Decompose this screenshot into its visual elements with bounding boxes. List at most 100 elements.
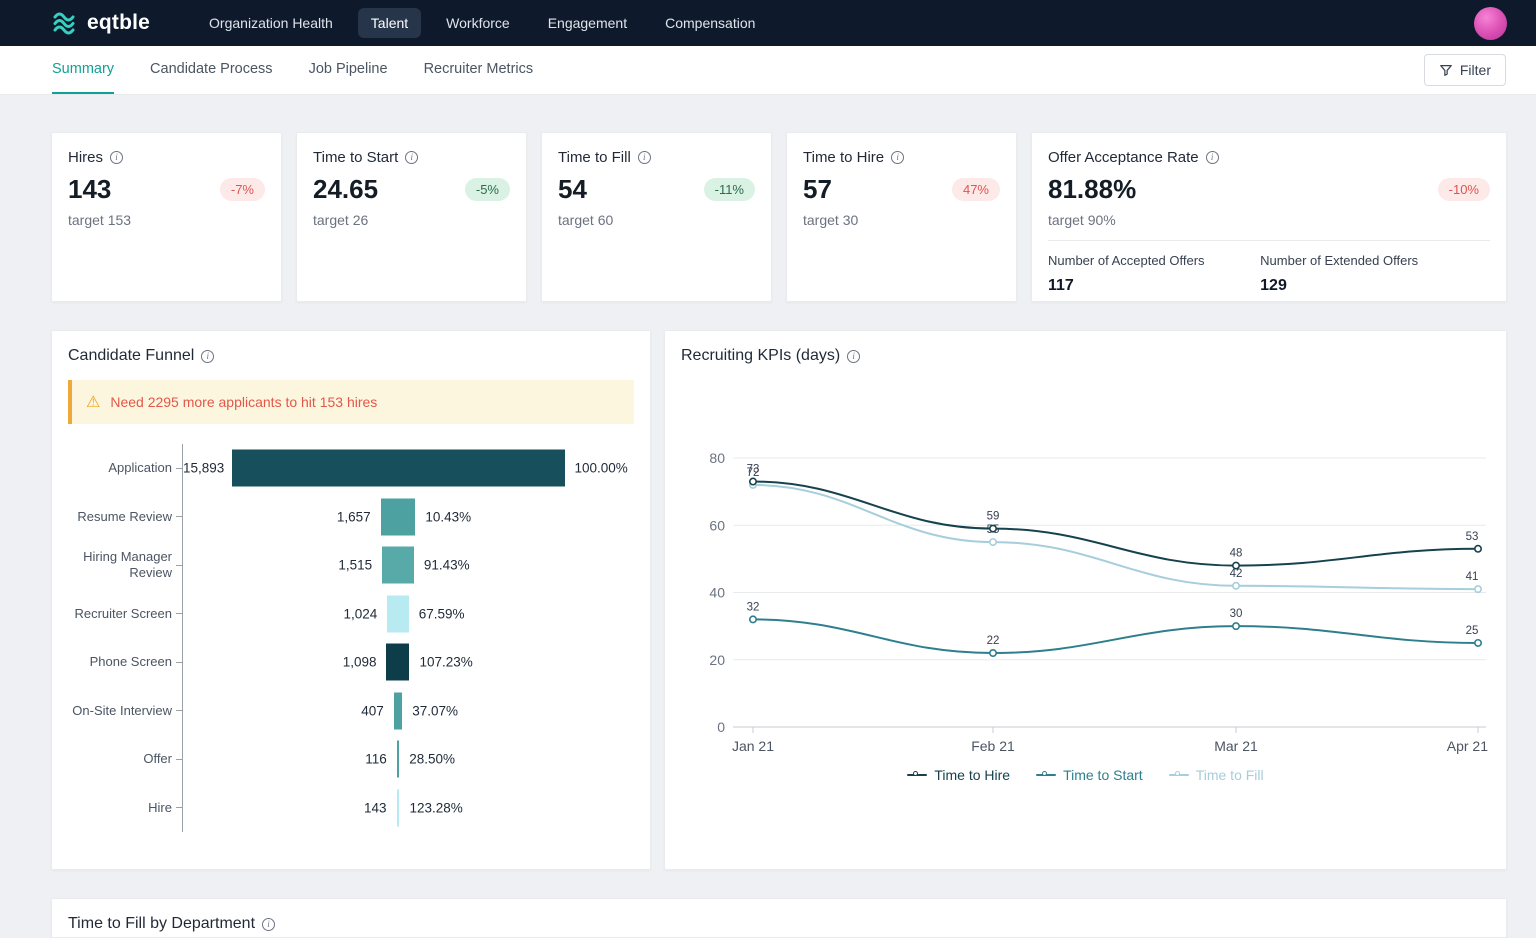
nav-item-talent[interactable]: Talent <box>358 8 421 38</box>
kpi-title-text: Time to Hire <box>803 149 884 166</box>
funnel-category-label: Recruiter Screen <box>68 606 172 622</box>
point-label: 22 <box>987 635 1000 647</box>
kpi-value: 24.65 <box>313 174 378 205</box>
info-icon[interactable] <box>638 151 651 164</box>
candidate-funnel-card: Candidate Funnel Need 2295 more applican… <box>51 330 651 870</box>
info-icon[interactable] <box>110 151 123 164</box>
kpi-title-text: Hires <box>68 149 103 166</box>
accepted-offers-value: 117 <box>1048 277 1260 295</box>
point-label: 48 <box>1230 548 1243 560</box>
funnel-plot: 1,51591.43% <box>182 541 634 590</box>
legend-item-time-to-fill[interactable]: Time to Fill <box>1169 767 1264 783</box>
kpi-change-badge: -10% <box>1438 178 1490 201</box>
funnel-bar[interactable] <box>387 595 408 632</box>
tabbar: Summary Candidate Process Job Pipeline Recr… <box>0 46 1536 95</box>
funnel-value-label: 1,098 <box>183 655 376 670</box>
secondary-tabs: Summary Candidate Process Job Pipeline Recr… <box>52 46 569 94</box>
info-icon[interactable] <box>847 350 860 363</box>
kpi-value: 57 <box>803 174 832 205</box>
kpi-title-text: Time to Fill <box>558 149 631 166</box>
funnel-pct-label: 10.43% <box>425 509 471 524</box>
extended-offers-value: 129 <box>1260 277 1472 295</box>
tab-recruiter-metrics[interactable]: Recruiter Metrics <box>424 46 534 94</box>
tab-summary[interactable]: Summary <box>52 46 114 94</box>
avatar[interactable] <box>1474 7 1507 40</box>
data-point-time-to-start[interactable] <box>1475 640 1481 646</box>
funnel-plot: 1,098107.23% <box>182 638 634 687</box>
filter-label: Filter <box>1460 62 1491 78</box>
tab-candidate-process[interactable]: Candidate Process <box>150 46 273 94</box>
funnel-pct-label: 37.07% <box>412 703 458 718</box>
data-point-time-to-hire[interactable] <box>1475 546 1481 552</box>
kpi-title: Time to Fill <box>558 149 755 166</box>
info-icon[interactable] <box>891 151 904 164</box>
card-title-text: Recruiting KPIs (days) <box>681 347 840 365</box>
funnel-bar[interactable] <box>382 547 414 584</box>
card-title: Candidate Funnel <box>68 347 634 365</box>
data-point-time-to-fill[interactable] <box>1233 583 1239 589</box>
data-point-time-to-hire[interactable] <box>990 525 996 531</box>
funnel-bar[interactable] <box>381 498 416 535</box>
funnel-plot: 143 123.28% <box>182 784 634 833</box>
x-tick-label: Mar 21 <box>1214 738 1258 754</box>
funnel-row: On-Site Interview40737.07% <box>68 687 634 736</box>
kpi-card-time-to-start: Time to Start24.65-5%target 26 <box>296 132 527 302</box>
funnel-bar[interactable] <box>397 741 400 778</box>
recruiting-kpis-card: Recruiting KPIs (days) 020406080Jan 21Fe… <box>664 330 1507 870</box>
kpi-target: target 90% <box>1048 212 1490 228</box>
kpi-card-hires: Hires143-7%target 153 <box>51 132 282 302</box>
funnel-category-label: Phone Screen <box>68 654 172 670</box>
series-line-time-to-start <box>753 619 1478 653</box>
funnel-pct-label: 91.43% <box>424 558 470 573</box>
nav-item-engagement[interactable]: Engagement <box>535 8 640 38</box>
data-point-time-to-start[interactable] <box>750 616 756 622</box>
funnel-value-label: 143 <box>183 800 387 815</box>
brand[interactable]: eqtble <box>50 9 150 37</box>
kpi-title: Time to Start <box>313 149 510 166</box>
funnel-bar[interactable] <box>394 692 403 729</box>
kpi-value: 143 <box>68 174 111 205</box>
extended-offers: Number of Extended Offers 129 <box>1260 253 1472 295</box>
funnel-category-label: Hire <box>68 800 172 816</box>
card-title-text: Time to Fill by Department <box>68 915 255 933</box>
info-icon[interactable] <box>201 350 214 363</box>
data-point-time-to-hire[interactable] <box>750 478 756 484</box>
info-icon[interactable] <box>405 151 418 164</box>
data-point-time-to-fill[interactable] <box>990 539 996 545</box>
tab-job-pipeline[interactable]: Job Pipeline <box>309 46 388 94</box>
funnel-bar[interactable] <box>232 450 565 487</box>
nav-item-workforce[interactable]: Workforce <box>433 8 523 38</box>
accepted-offers: Number of Accepted Offers 117 <box>1048 253 1260 295</box>
kpi-change-badge: -7% <box>220 178 265 201</box>
data-point-time-to-start[interactable] <box>990 650 996 656</box>
next-section-card: Time to Fill by Department <box>51 898 1507 938</box>
y-tick-label: 20 <box>709 652 725 668</box>
funnel-plot: 40737.07% <box>182 687 634 736</box>
data-point-time-to-hire[interactable] <box>1233 562 1239 568</box>
funnel-pct-label: 100.00% <box>575 461 628 476</box>
funnel-plot: 15,893100.00% <box>182 444 634 493</box>
y-tick-label: 0 <box>717 719 725 735</box>
nav-item-organization-health[interactable]: Organization Health <box>196 8 346 38</box>
point-label: 25 <box>1466 625 1479 637</box>
filter-button[interactable]: Filter <box>1424 54 1506 86</box>
funnel-plot: 1,65710.43% <box>182 493 634 542</box>
funnel-bar[interactable] <box>386 644 409 681</box>
legend-item-time-to-hire[interactable]: Time to Hire <box>907 767 1010 783</box>
info-icon[interactable] <box>1206 151 1219 164</box>
kpi-value-row: 54-11% <box>558 174 755 205</box>
warning-icon <box>86 392 100 412</box>
funnel-pct-label: 123.28% <box>409 800 462 815</box>
nav-item-compensation[interactable]: Compensation <box>652 8 768 38</box>
candidate-funnel-chart: Application15,893100.00%Resume Review1,6… <box>68 444 634 832</box>
series-line-time-to-hire <box>753 482 1478 566</box>
funnel-category-label: Offer <box>68 751 172 767</box>
data-point-time-to-start[interactable] <box>1233 623 1239 629</box>
legend-item-time-to-start[interactable]: Time to Start <box>1036 767 1143 783</box>
legend-label: Time to Start <box>1063 767 1143 783</box>
info-icon[interactable] <box>262 918 275 931</box>
x-tick-label: Feb 21 <box>971 738 1015 754</box>
funnel-bar[interactable] <box>397 789 400 826</box>
funnel-row: Recruiter Screen1,02467.59% <box>68 590 634 639</box>
data-point-time-to-fill[interactable] <box>1475 586 1481 592</box>
